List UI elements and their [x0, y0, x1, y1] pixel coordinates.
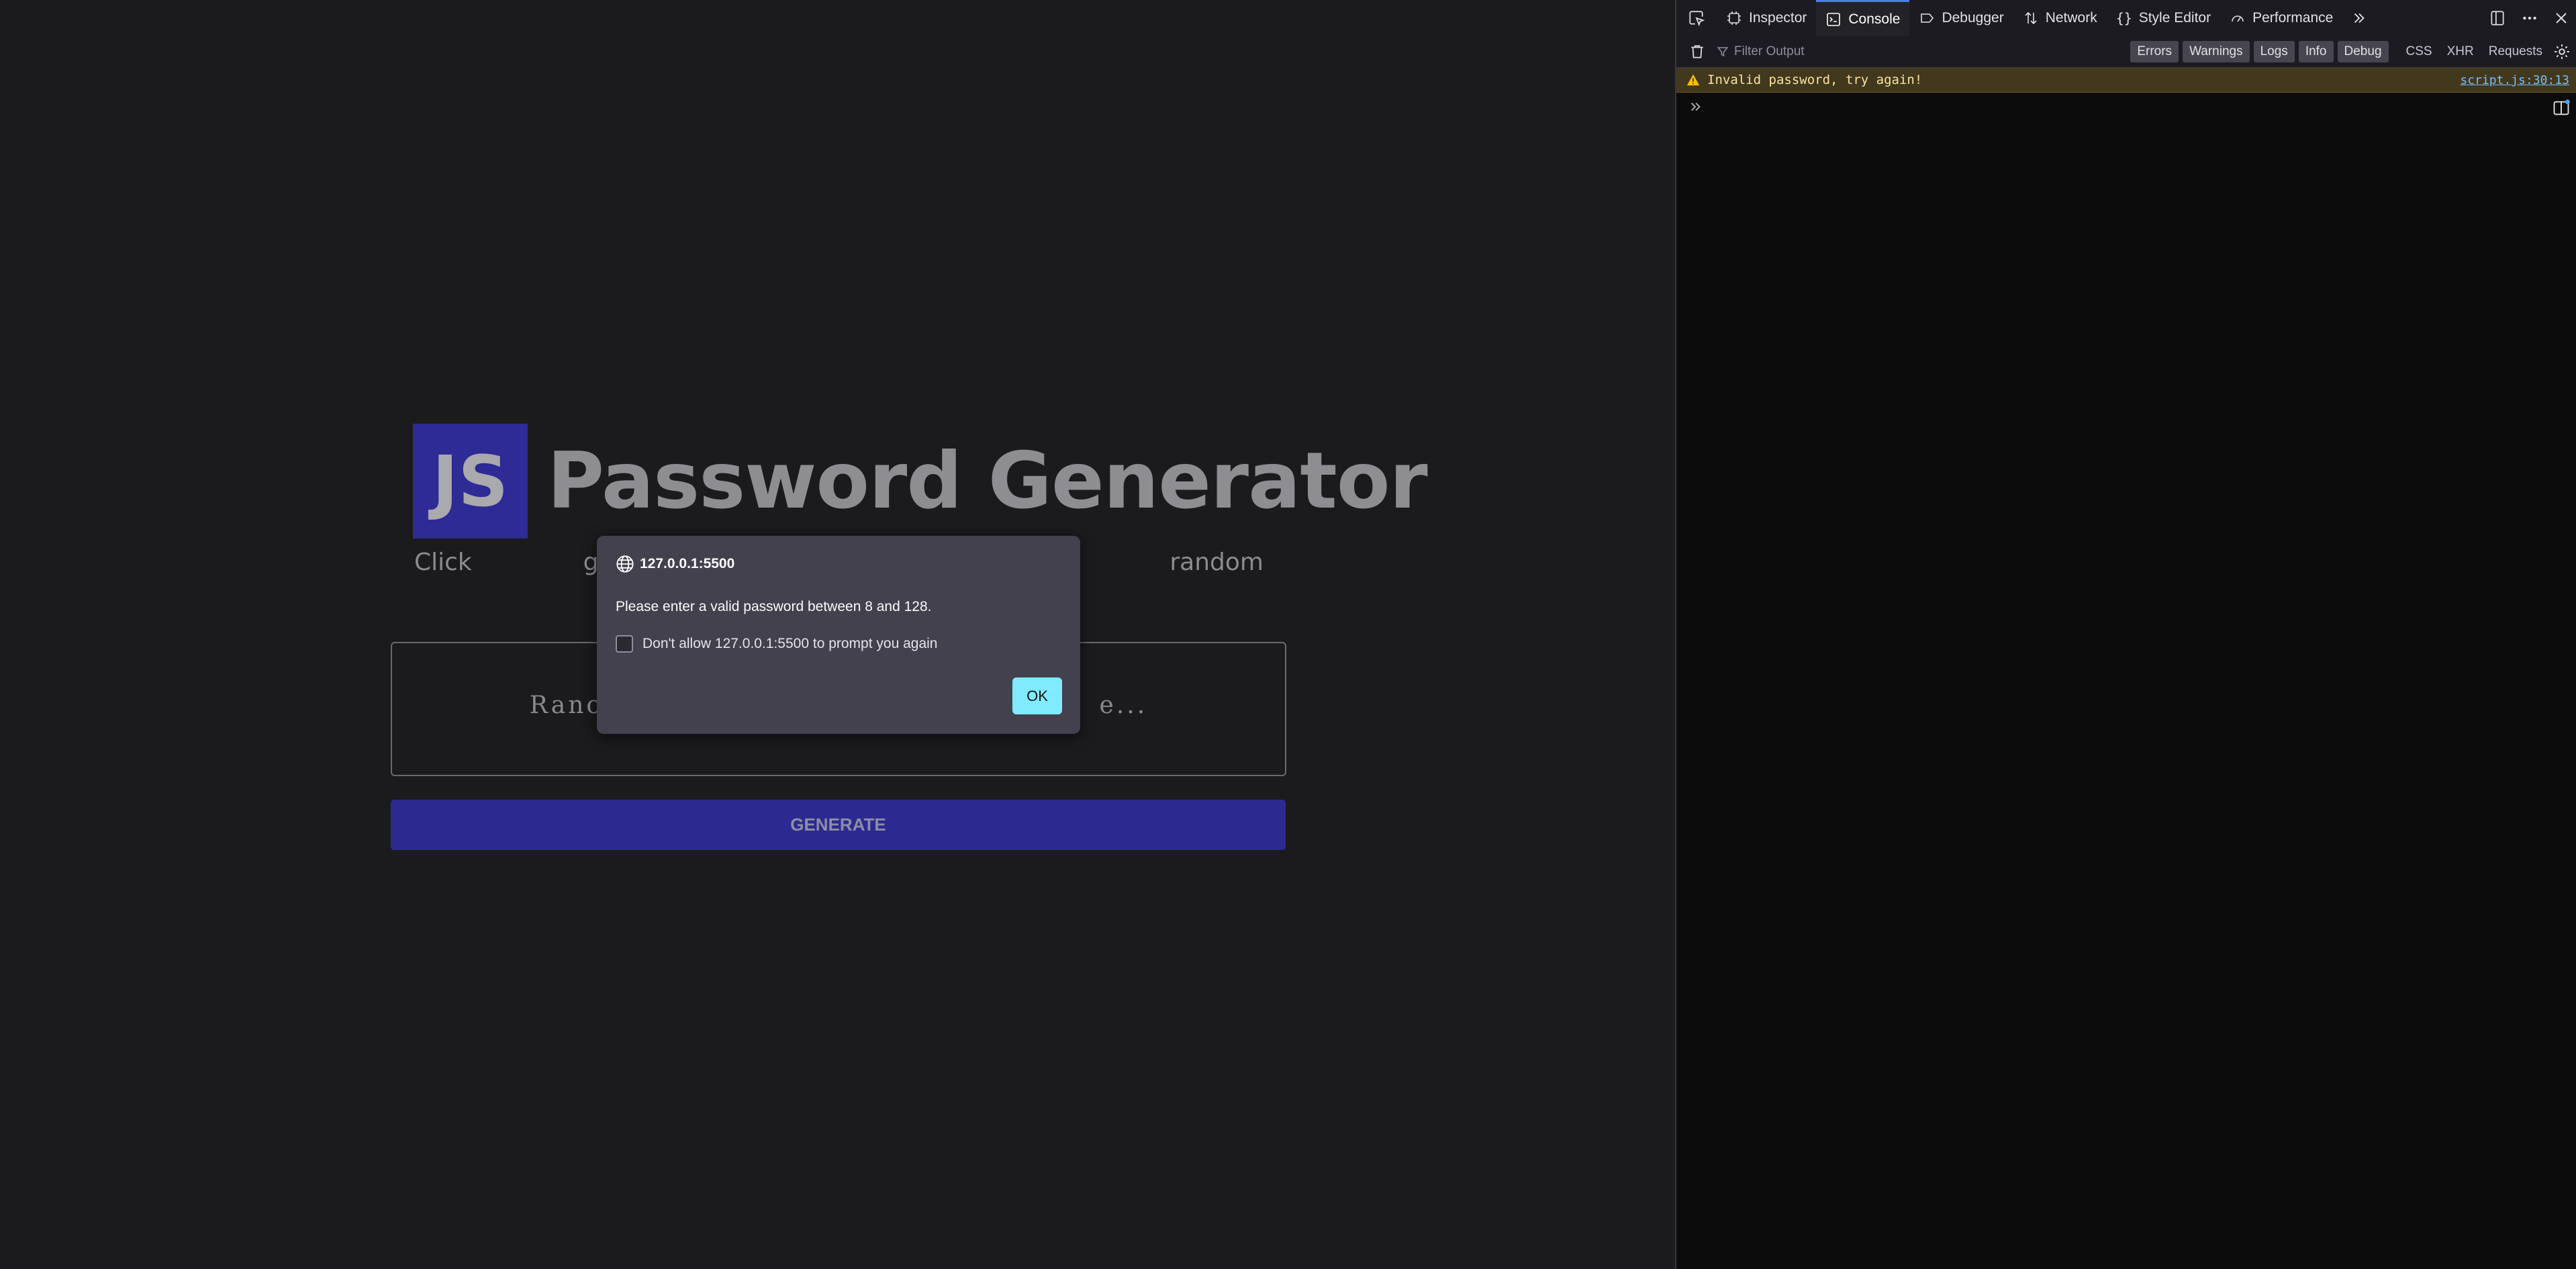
console-warning-message: Invalid password, try again! script.js:3… — [1676, 68, 2576, 93]
console-prompt-icon — [1690, 102, 1701, 111]
filter-xhr-button[interactable]: XHR — [2447, 44, 2474, 59]
dont-allow-checkbox[interactable] — [616, 635, 633, 653]
tab-debugger[interactable]: Debugger — [1909, 0, 2013, 36]
globe-icon — [616, 555, 634, 573]
prompt-dialog: 127.0.0.1:5500 Please enter a valid pass… — [597, 536, 1080, 734]
filter-output-input[interactable]: Filter Output — [1717, 44, 2119, 59]
clear-console-icon[interactable] — [1688, 43, 1706, 60]
filter-icon — [1717, 47, 1729, 57]
filter-css-button[interactable]: CSS — [2406, 44, 2432, 59]
more-options-icon[interactable] — [2521, 9, 2538, 27]
close-icon[interactable] — [2553, 10, 2569, 26]
devtools-toolbar: Inspector Console Debugger Network {} St… — [1676, 0, 2576, 37]
tab-inspector-label: Inspector — [1749, 10, 1807, 26]
tab-console[interactable]: Console — [1816, 0, 1910, 36]
filter-info-button[interactable]: Info — [2298, 41, 2334, 62]
more-tools-button[interactable] — [2342, 0, 2376, 36]
performance-icon — [2232, 15, 2244, 22]
console-input[interactable] — [1688, 99, 1703, 117]
log-level-filters: Errors Warnings Logs Info Debug CSS XHR … — [2126, 41, 2542, 62]
tab-style-editor-label: Style Editor — [2138, 10, 2211, 26]
editor-mode-icon[interactable] — [2552, 99, 2571, 117]
tab-debugger-label: Debugger — [1942, 10, 2004, 26]
password-placeholder-right: e... — [1099, 692, 1148, 719]
inspector-icon — [1727, 11, 1741, 25]
devtools-panel: Inspector Console Debugger Network {} St… — [1675, 0, 2576, 1269]
warning-text: Invalid password, try again! — [1707, 73, 1923, 87]
js-logo: JS — [413, 424, 528, 538]
console-filter-bar: Filter Output Errors Warnings Logs Info … — [1676, 36, 2576, 68]
page-viewport: JS Password Generator Click generate an … — [0, 0, 1675, 1269]
tab-network-label: Network — [2045, 10, 2097, 26]
generate-button[interactable]: GENERATE — [391, 800, 1286, 850]
console-icon — [1827, 12, 1841, 26]
element-picker-button[interactable] — [1676, 0, 1717, 36]
ok-button[interactable]: OK — [1012, 677, 1062, 714]
filter-requests-button[interactable]: Requests — [2489, 44, 2542, 59]
dont-allow-label: Don't allow 127.0.0.1:5500 to prompt you… — [642, 636, 938, 651]
tab-style-editor[interactable]: {} Style Editor — [2107, 0, 2220, 36]
console-settings-icon[interactable] — [2553, 43, 2571, 60]
dock-side-icon[interactable] — [2489, 9, 2506, 27]
tab-performance-label: Performance — [2252, 10, 2334, 26]
password-placeholder-left: Ranc — [529, 692, 603, 719]
page-title: Password Generator — [547, 436, 1428, 526]
filter-errors-button[interactable]: Errors — [2130, 41, 2179, 62]
debugger-icon — [1921, 13, 1934, 23]
tab-console-label: Console — [1848, 11, 1901, 27]
warning-icon — [1686, 74, 1700, 86]
filter-placeholder: Filter Output — [1734, 44, 1805, 58]
filter-warnings-button[interactable]: Warnings — [2183, 41, 2250, 62]
network-icon — [2025, 11, 2037, 25]
warning-source-link[interactable]: script.js:30:13 — [2460, 73, 2569, 87]
tab-inspector[interactable]: Inspector — [1717, 0, 1816, 36]
chevron-double-right-icon — [2354, 13, 2365, 23]
style-editor-icon: {} — [2115, 10, 2132, 26]
dialog-origin: 127.0.0.1:5500 — [616, 555, 734, 573]
dialog-origin-text: 127.0.0.1:5500 — [640, 556, 735, 571]
devtools-toolbar-right — [2489, 0, 2569, 36]
dialog-message: Please enter a valid password between 8 … — [616, 599, 932, 614]
element-picker-icon — [1689, 11, 1705, 27]
filter-logs-button[interactable]: Logs — [2253, 41, 2295, 62]
tab-performance[interactable]: Performance — [2220, 0, 2342, 36]
tab-network[interactable]: Network — [2013, 0, 2107, 36]
dont-allow-prompt-checkbox-row[interactable]: Don't allow 127.0.0.1:5500 to prompt you… — [616, 635, 937, 653]
filter-debug-button[interactable]: Debug — [2337, 41, 2389, 62]
